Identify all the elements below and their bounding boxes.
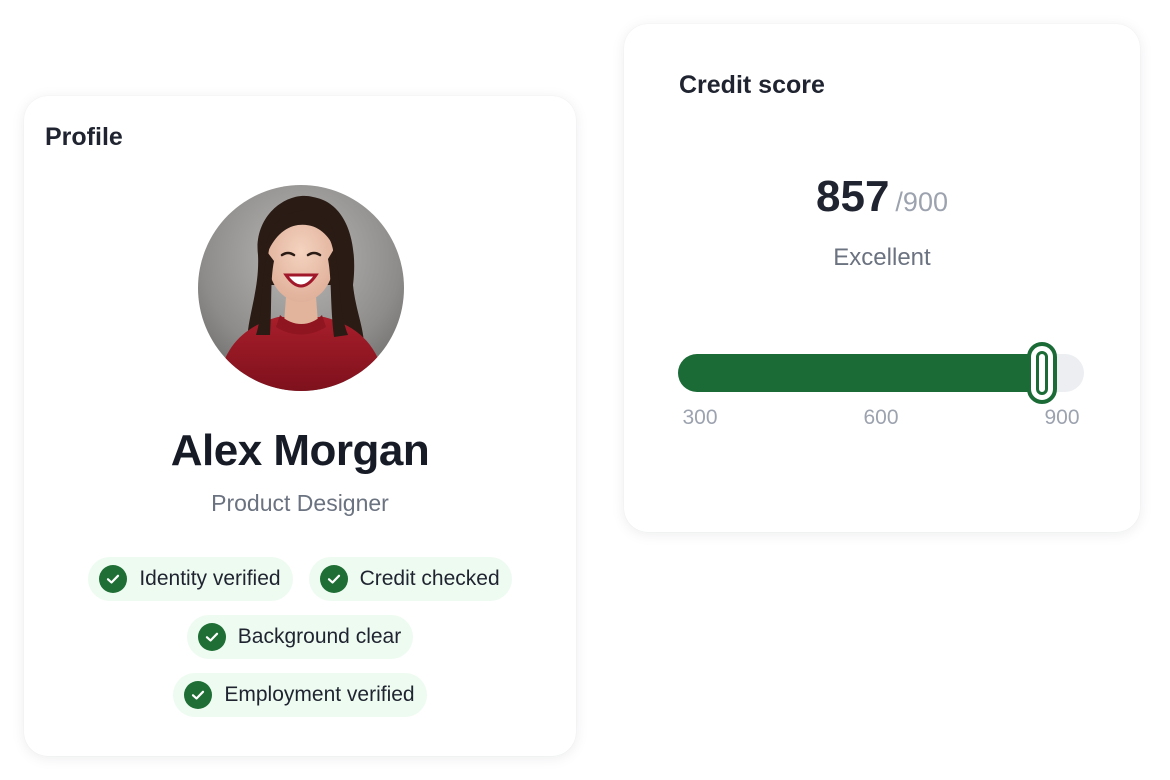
badge-label: Background clear [237, 625, 402, 648]
badge-row: Employment verified [24, 673, 576, 717]
score-max: /900 [895, 187, 948, 217]
score-slider-fill [678, 354, 1047, 392]
check-circle-icon [197, 623, 226, 651]
badge-label: Credit checked [359, 567, 500, 590]
profile-role: Product Designer [211, 490, 389, 516]
app-canvas: Profile Alex Morgan Product Designer Ide… [0, 0, 1170, 780]
badge-identity-verified: Identity verified [88, 557, 293, 601]
score-rating: Excellent [833, 244, 931, 271]
badge-row: Background clear [24, 615, 576, 659]
badge-label: Identity verified [139, 567, 281, 590]
avatar [198, 185, 404, 391]
scale-label-min: 300 [682, 406, 718, 429]
scale-label-max: 900 [1044, 406, 1080, 429]
scale-label-mid: 600 [863, 406, 899, 429]
score-slider-track [678, 342, 1084, 404]
check-circle-icon [184, 681, 213, 709]
score-display: 857/900 [624, 172, 1140, 222]
check-circle-icon [99, 565, 128, 593]
credit-score-title: Credit score [679, 71, 825, 99]
verification-badges: Identity verified Credit checked Backgro… [24, 557, 576, 731]
badge-credit-checked: Credit checked [308, 557, 512, 601]
score-slider-thumb[interactable] [1027, 342, 1058, 404]
profile-card: Profile Alex Morgan Product Designer Ide… [24, 96, 576, 756]
profile-card-title: Profile [45, 123, 123, 151]
badge-row: Identity verified Credit checked [24, 557, 576, 601]
badge-background-clear: Background clear [186, 615, 414, 659]
avatar-photo [198, 185, 404, 391]
credit-score-card: Credit score 857/900 Excellent 300 600 9… [624, 24, 1140, 532]
profile-name: Alex Morgan [170, 426, 430, 475]
badge-label: Employment verified [224, 683, 415, 706]
score-value: 857 [816, 172, 890, 221]
badge-employment-verified: Employment verified [173, 673, 427, 717]
check-circle-icon [319, 565, 348, 593]
